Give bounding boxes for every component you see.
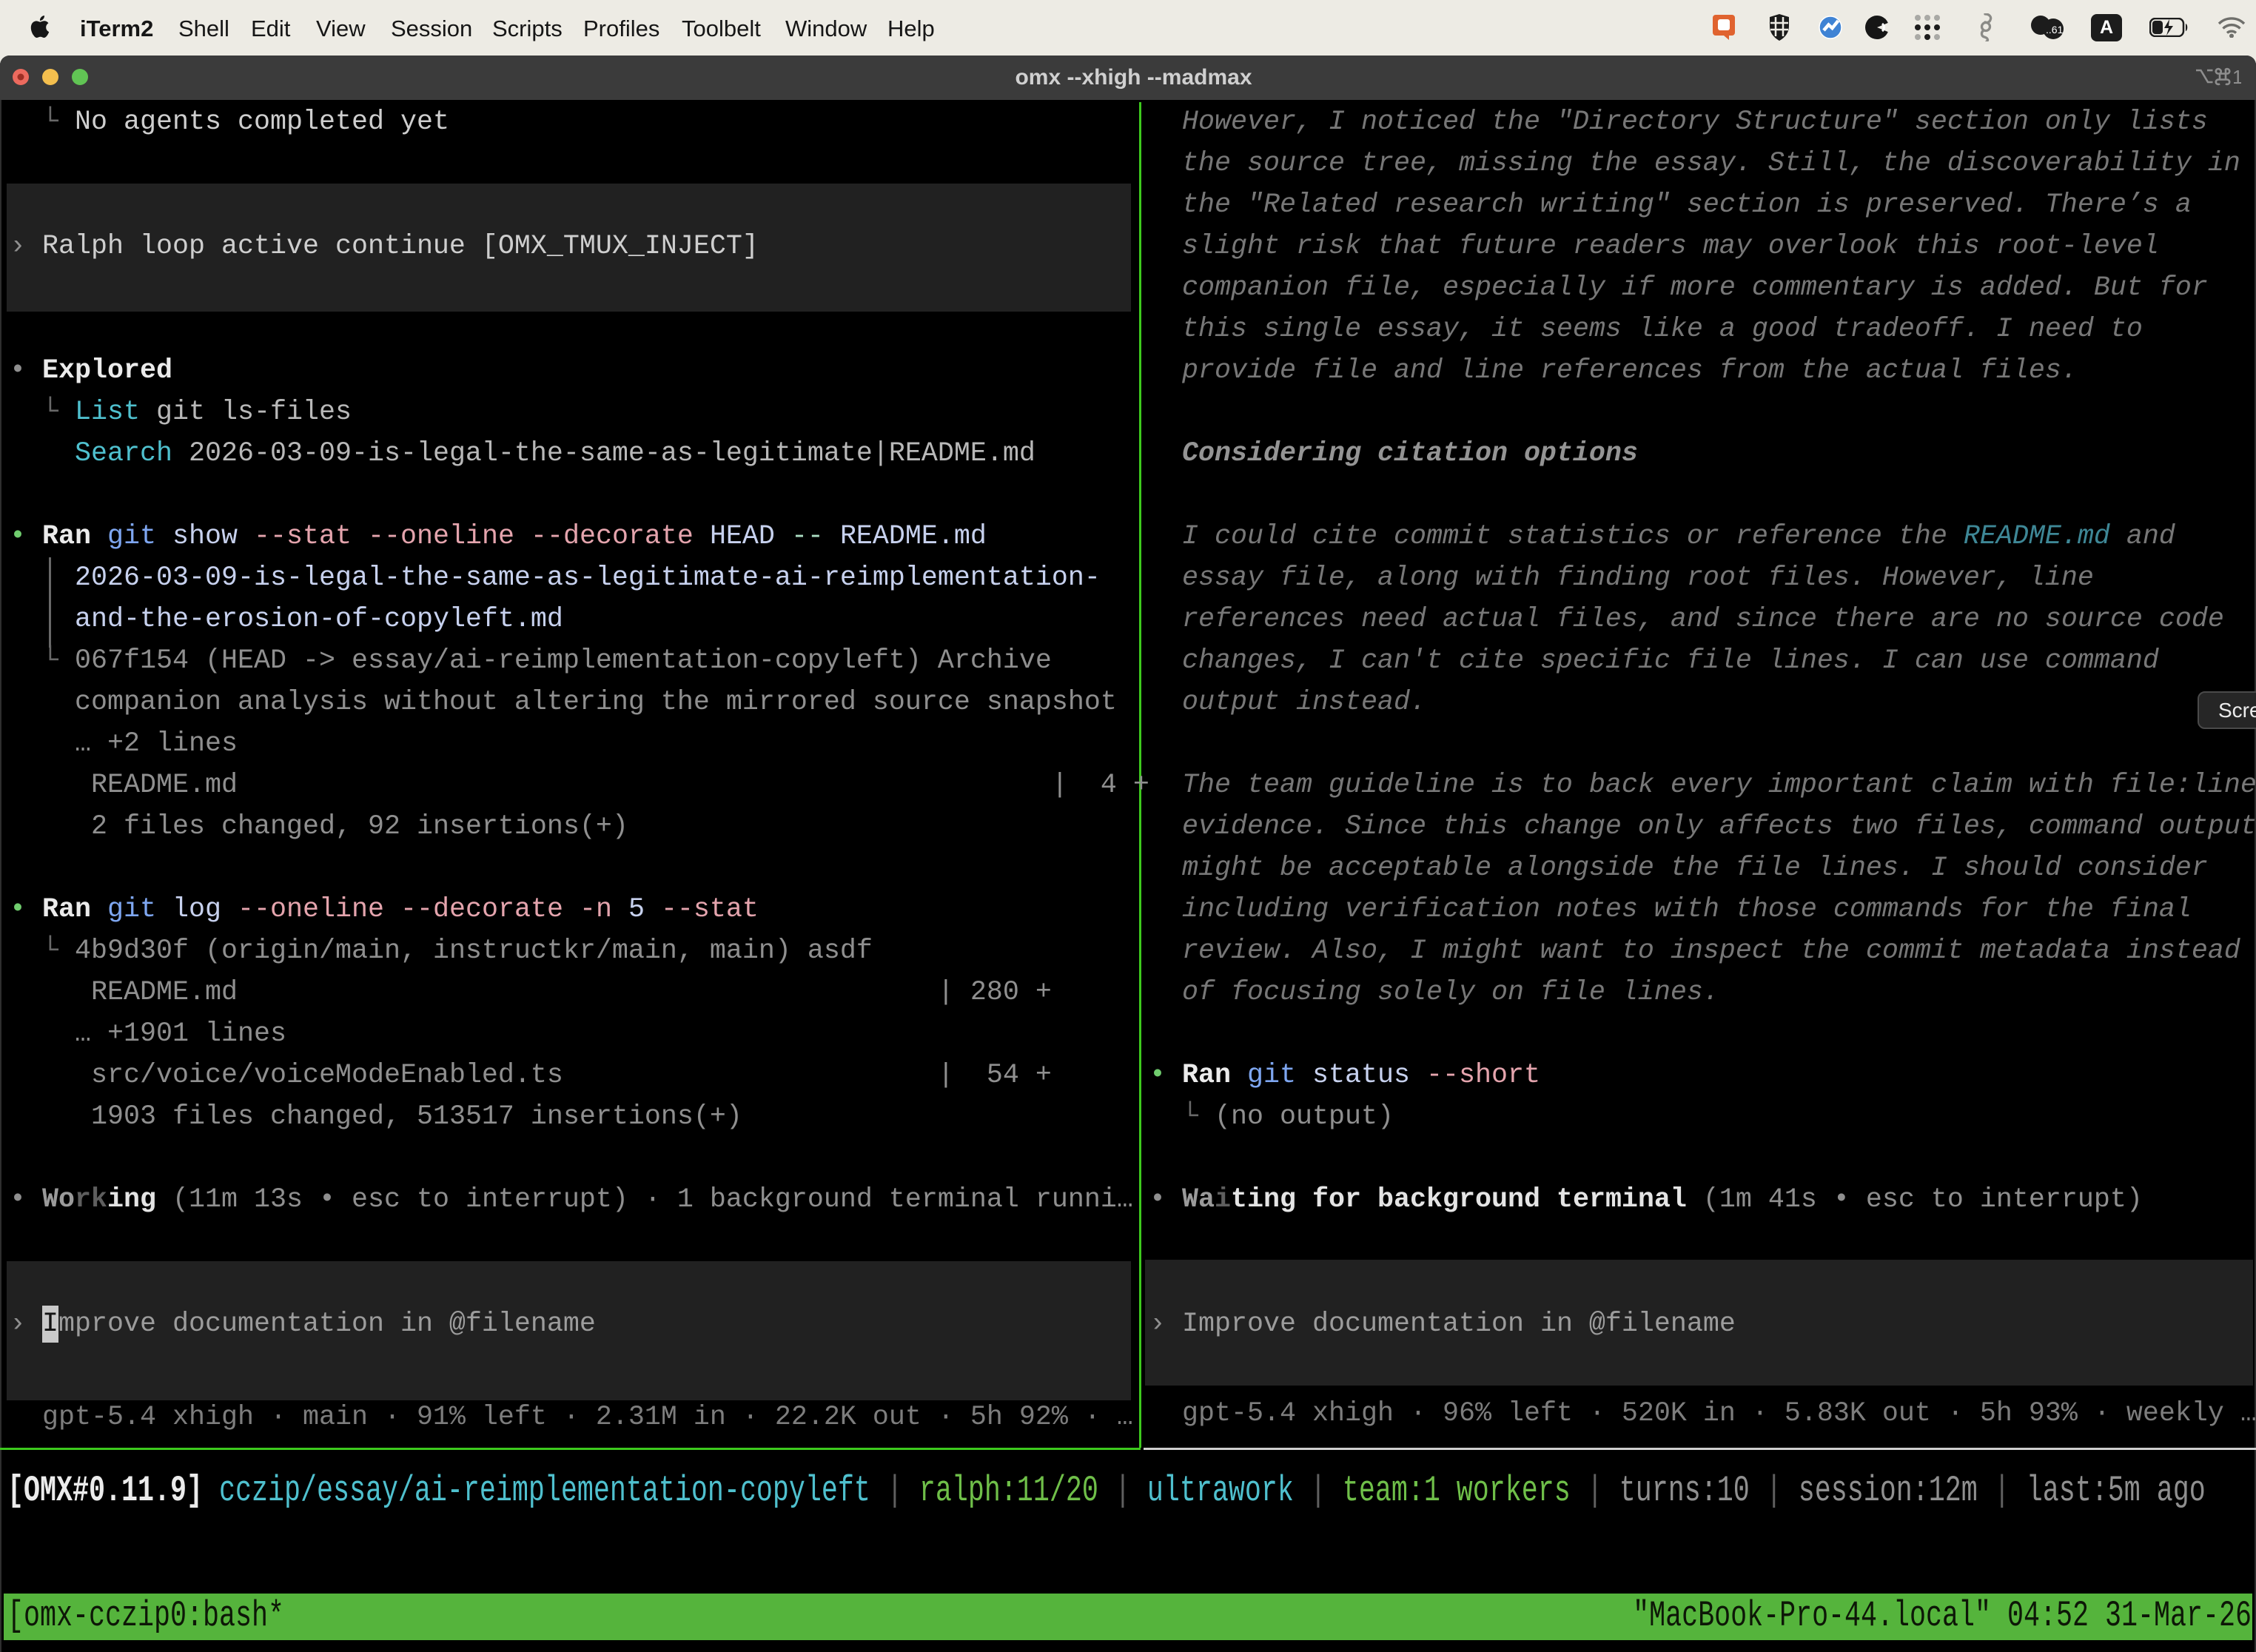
svg-text:..61: ..61 bbox=[2046, 24, 2064, 36]
svg-text:1: 1 bbox=[2232, 67, 2241, 87]
